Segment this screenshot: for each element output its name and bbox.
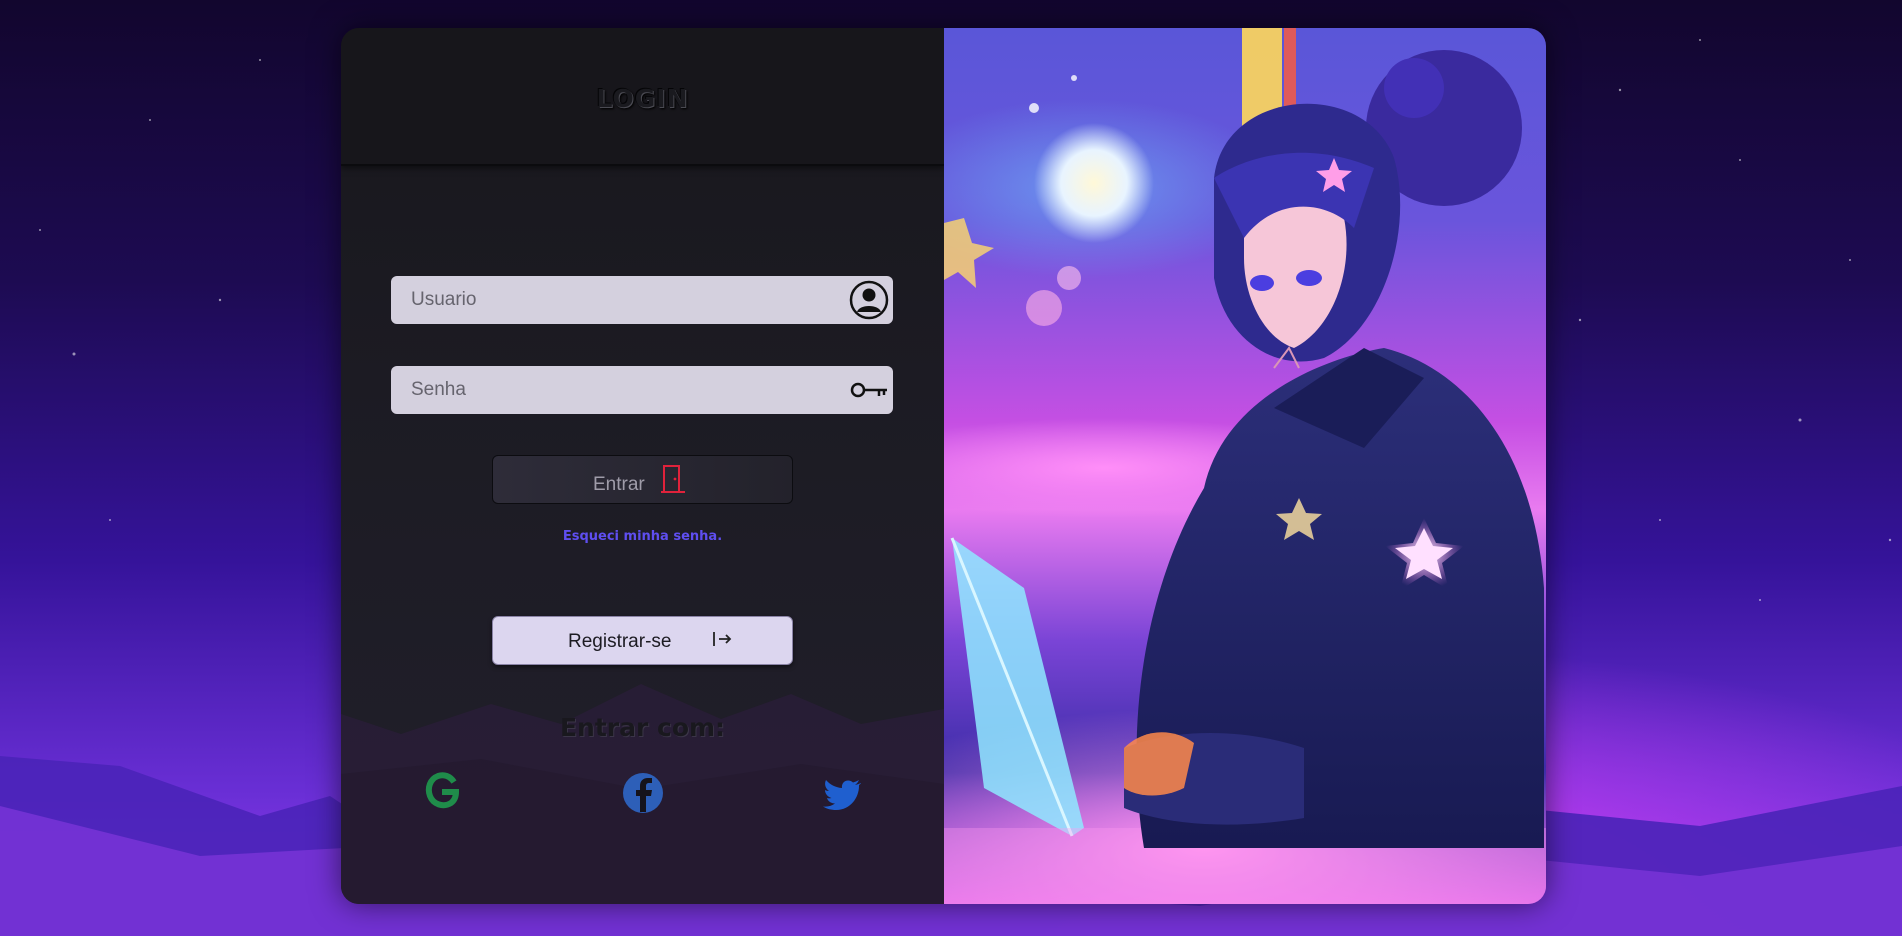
forgot-password-link[interactable]: Esqueci minha senha.: [341, 529, 944, 544]
register-label: Registrar-se: [568, 631, 672, 652]
username-field[interactable]: Usuario: [391, 276, 893, 324]
password-field[interactable]: Senha: [391, 366, 893, 414]
username-input[interactable]: Usuario: [411, 289, 476, 311]
login-card: LOGIN Usuario Senha Entrar Esqueci minha…: [341, 28, 1546, 904]
login-header: LOGIN: [341, 28, 944, 166]
google-icon[interactable]: [420, 768, 464, 818]
facebook-icon[interactable]: [621, 768, 665, 818]
entrar-label: Entrar: [593, 474, 645, 495]
twitter-icon[interactable]: [821, 768, 865, 818]
user-circle-icon: [849, 280, 889, 320]
hero-illustration: [944, 28, 1546, 904]
password-input[interactable]: Senha: [411, 379, 466, 401]
login-panel: LOGIN Usuario Senha Entrar Esqueci minha…: [341, 28, 945, 904]
social-login-title: Entrar com:: [559, 713, 726, 742]
door-icon: [661, 465, 685, 493]
key-icon: [850, 382, 887, 398]
sign-in-arrow-icon: [713, 632, 732, 646]
entrar-button[interactable]: Entrar: [492, 455, 793, 504]
register-button[interactable]: Registrar-se: [492, 616, 793, 665]
page-title: LOGIN: [596, 84, 689, 113]
illustration-art: [944, 28, 1546, 904]
